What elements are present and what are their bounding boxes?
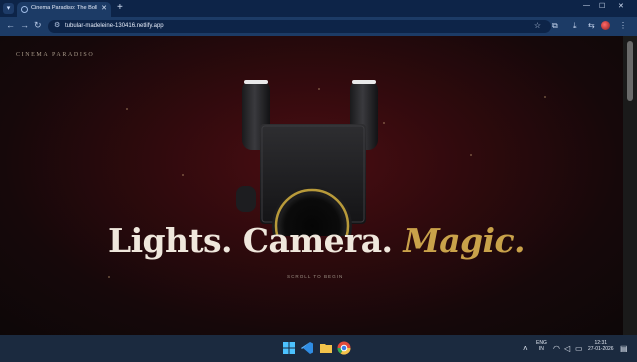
dust-particle (108, 276, 110, 278)
dust-particle (182, 174, 184, 176)
dust-particle (126, 108, 128, 110)
reload-button[interactable]: ↻ (34, 20, 42, 31)
headline-accent-text: Magic. (403, 221, 525, 260)
windows-taskbar: ˄ ENG IN ◠ ◁ ▭ 12:31 27-01-2026 ▤ (0, 335, 637, 362)
region-code: IN (538, 346, 544, 352)
notification-icon[interactable]: ▤ (620, 344, 628, 353)
bookmark-star-icon[interactable]: ☆ (534, 21, 541, 30)
webpage-hero: CINEMA PARADISO Lights. Camera. Magic. S… (0, 36, 623, 335)
brand-logo-text[interactable]: CINEMA PARADISO (16, 52, 94, 58)
maximize-button[interactable]: ☐ (599, 2, 605, 10)
clock-date: 27-01-2026 (588, 346, 614, 352)
windows-start-icon[interactable] (281, 340, 297, 356)
dust-particle (544, 96, 546, 98)
close-icon[interactable]: ✕ (101, 4, 107, 12)
extensions-icon[interactable]: ⧉ (552, 21, 558, 31)
profile-avatar[interactable] (601, 21, 610, 30)
browser-tab-bar: ▾ Cinema Paradiso: The Bollywo... ✕ + — … (0, 0, 637, 17)
minimize-button[interactable]: — (583, 2, 590, 9)
back-button[interactable]: ← (6, 20, 15, 30)
wifi-icon[interactable]: ◠ (553, 344, 560, 353)
chrome-icon[interactable] (336, 340, 352, 356)
url-text: tubular-madeleine-130416.netlify.app (65, 23, 164, 29)
file-explorer-icon[interactable] (318, 340, 334, 356)
camera-illustration (236, 80, 378, 236)
battery-icon[interactable]: ▭ (575, 344, 583, 353)
new-tab-button[interactable]: + (117, 2, 123, 13)
globe-icon (21, 6, 28, 13)
clock[interactable]: 12:31 27-01-2026 (588, 340, 614, 352)
address-bar[interactable]: ⚙ tubular-madeleine-130416.netlify.app ☆ (48, 20, 551, 33)
close-window-button[interactable]: ✕ (618, 2, 624, 10)
hero-headline: Lights. Camera. Magic. (108, 221, 525, 260)
page-scrollbar[interactable] (623, 36, 637, 335)
forward-button[interactable]: → (20, 20, 29, 30)
site-info-icon[interactable]: ⚙ (54, 21, 60, 29)
browser-toolbar: ← → ↻ ⚙ tubular-madeleine-130416.netlify… (0, 17, 637, 36)
dust-particle (470, 154, 472, 156)
chevron-up-icon[interactable]: ˄ (523, 344, 528, 353)
vscode-icon[interactable] (299, 340, 315, 356)
tab-search-button[interactable]: ▾ (3, 3, 14, 14)
language-indicator[interactable]: ENG IN (536, 340, 547, 352)
download-icon[interactable]: ⤓ (573, 21, 577, 31)
scroll-hint[interactable]: SCROLL TO BEGIN (287, 274, 343, 279)
tab-title: Cinema Paradiso: The Bollywo... (31, 5, 97, 11)
menu-icon[interactable]: ⋮ (619, 21, 627, 30)
headline-text: Lights. Camera. (108, 221, 393, 260)
translate-icon[interactable]: ⇆ (588, 21, 595, 30)
volume-icon[interactable]: ◁ (564, 344, 570, 353)
browser-tab-active[interactable]: Cinema Paradiso: The Bollywo... ✕ (17, 2, 111, 17)
scrollbar-thumb[interactable] (627, 41, 633, 101)
